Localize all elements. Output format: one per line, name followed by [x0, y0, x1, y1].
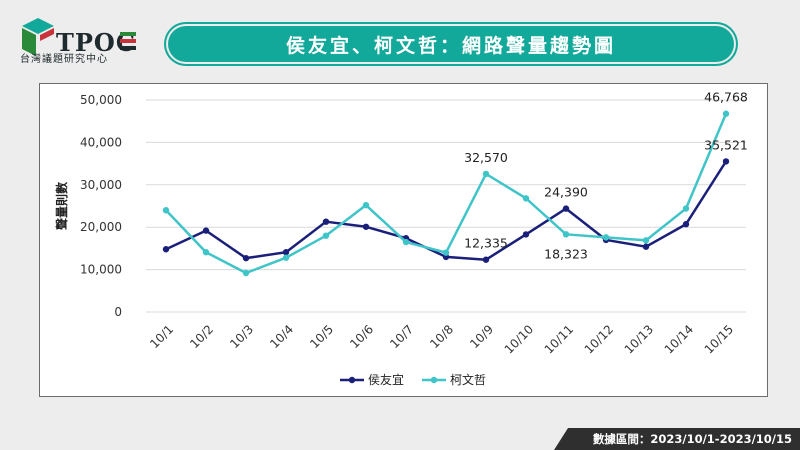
x-tick-label: 10/9 [467, 322, 496, 351]
line-chart: 010,00020,00030,00040,00050,000聲量則數10/1 1… [54, 90, 748, 387]
legend-swatch-marker [430, 376, 438, 384]
x-tick-label: 10/10 [502, 322, 536, 356]
page-title: 侯友宜、柯文哲：網路聲量趨勢圖 [168, 26, 734, 62]
legend-swatch-marker [348, 376, 356, 384]
data-point [322, 218, 330, 225]
data-point [522, 195, 530, 202]
logo-stripe-2 [120, 39, 136, 43]
data-label: 35,521 [704, 137, 748, 152]
x-tick-label: 10/8 [427, 322, 456, 351]
legend-label: 侯友宜 [368, 372, 404, 387]
data-point [562, 231, 570, 238]
logo-stripe-3 [120, 46, 136, 50]
data-point [282, 254, 290, 261]
data-label: 18,323 [544, 246, 588, 261]
series-line-1 [165, 160, 728, 261]
x-tick-label: 10/1 [147, 322, 176, 351]
x-tick-label: 10/4 [267, 322, 296, 351]
y-axis-label: 聲量則數 [54, 182, 69, 230]
x-tick-label: 10/11 [542, 322, 576, 356]
x-tick-label: 10/13 [622, 322, 656, 356]
data-point [522, 231, 530, 238]
data-point [202, 249, 210, 256]
y-tick-label: 20,000 [80, 220, 122, 234]
data-point [202, 227, 210, 234]
x-tick-label: 10/7 [387, 322, 416, 351]
data-point [242, 254, 250, 262]
data-point [562, 205, 570, 212]
x-tick-label: 10/5 [307, 322, 336, 351]
x-tick-label: 10/12 [582, 322, 616, 356]
y-tick-label: 0 [114, 305, 122, 319]
data-label: 12,335 [464, 236, 508, 251]
data-point [162, 207, 170, 214]
logo-stripes-icon [120, 32, 136, 50]
y-tick-label: 30,000 [80, 178, 122, 192]
data-point [682, 221, 690, 228]
y-tick-label: 40,000 [80, 135, 122, 149]
chart-frame: 0 10,000 20,000 30,000 40,000 50,000 聲量則數 10/1 1… [39, 83, 768, 397]
data-point [282, 249, 290, 256]
data-point [722, 110, 730, 117]
legend-label: 柯文哲 [450, 372, 486, 387]
x-tick-label: 10/6 [347, 322, 376, 351]
data-point [642, 243, 650, 250]
x-tick-label: 10/15 [702, 322, 736, 356]
x-tick-label: 10/3 [227, 322, 256, 351]
data-point [682, 205, 690, 212]
data-range-footer: 數據區間：2023/10/1-2023/10/15 [554, 428, 800, 450]
data-point [482, 256, 490, 263]
data-label: 24,390 [544, 185, 588, 200]
y-tick-label: 50,000 [80, 93, 122, 107]
data-point [722, 158, 730, 165]
data-point [402, 238, 410, 246]
brand-subtitle: 台灣議題研究中心 [20, 54, 108, 65]
y-tick-label: 10,000 [80, 263, 122, 277]
logo-stripe-1 [120, 32, 136, 36]
data-label: 46,768 [704, 90, 748, 105]
data-point [162, 246, 170, 253]
data-point [362, 223, 370, 230]
x-tick-label: 10/2 [187, 322, 216, 351]
data-point [602, 234, 610, 241]
data-point [242, 269, 250, 277]
series-line-2 [165, 113, 728, 275]
data-point [362, 201, 370, 209]
data-point [442, 249, 450, 256]
x-tick-label: 10/14 [662, 322, 696, 356]
data-point [642, 237, 650, 244]
data-point [322, 232, 330, 239]
data-point [482, 170, 490, 178]
data-label: 32,570 [464, 150, 508, 165]
